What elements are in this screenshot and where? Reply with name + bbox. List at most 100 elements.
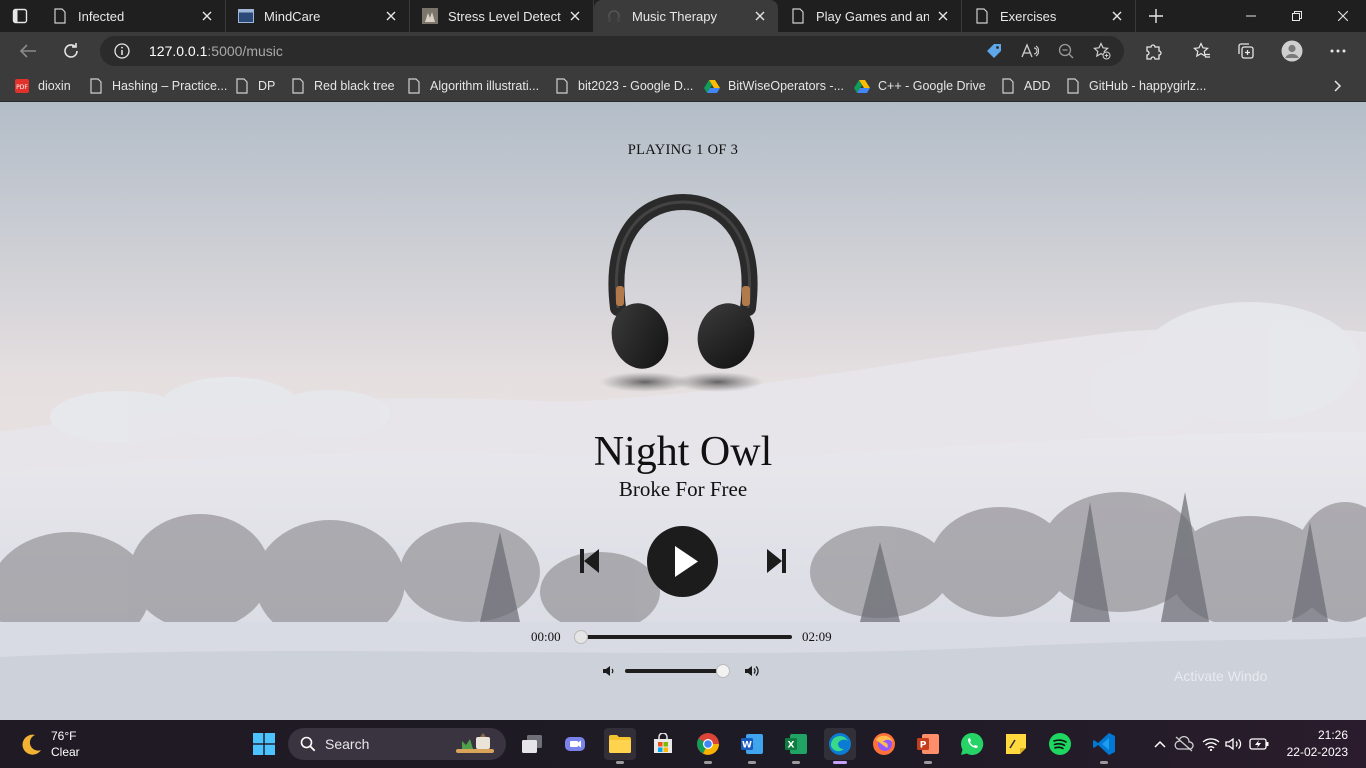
favorites-button[interactable] <box>1186 35 1218 67</box>
new-tab-button[interactable] <box>1136 0 1176 32</box>
running-indicator <box>792 761 800 764</box>
extensions-button[interactable] <box>1137 35 1169 67</box>
settings-more-button[interactable] <box>1322 35 1354 67</box>
plus-icon <box>1149 9 1163 23</box>
microsoft-store-button[interactable] <box>647 728 679 760</box>
firefox-button[interactable] <box>868 728 900 760</box>
show-hidden-icons-button[interactable] <box>1150 734 1170 754</box>
excel-button[interactable]: X <box>780 728 812 764</box>
photo-icon <box>422 8 438 24</box>
edge-button[interactable] <box>824 728 856 764</box>
favorites-bar: PDF dioxin Hashing – Practice... DP Red b… <box>0 70 1366 102</box>
edge-icon <box>829 733 851 755</box>
onedrive-tray-button[interactable] <box>1174 734 1194 754</box>
page-icon <box>974 8 990 24</box>
search-highlight-icon <box>456 733 494 753</box>
favorites-overflow-button[interactable] <box>1334 70 1350 102</box>
running-indicator <box>704 761 712 764</box>
tab-mindcare[interactable]: MindCare <box>226 0 410 32</box>
favorite-item[interactable]: C++ - Google Drive <box>854 70 986 102</box>
clock-time[interactable]: 21:26 <box>1300 728 1362 742</box>
url-host: 127.0.0.1 <box>149 43 208 59</box>
whatsapp-button[interactable] <box>956 728 988 760</box>
zoom-out-icon[interactable] <box>1056 41 1076 61</box>
favorite-item[interactable]: PDF dioxin <box>14 70 71 102</box>
favorite-label: ADD <box>1024 79 1051 93</box>
weather-condition[interactable]: Clear <box>51 745 80 759</box>
favorite-label: bit2023 - Google D... <box>578 79 694 93</box>
page-icon <box>234 78 250 94</box>
tab-music-therapy[interactable]: Music Therapy <box>594 0 778 32</box>
page-icon <box>1000 78 1016 94</box>
taskbar-search[interactable]: Search <box>288 728 506 760</box>
powerpoint-button[interactable]: P <box>912 728 944 764</box>
sticky-notes-button[interactable] <box>1000 728 1032 760</box>
close-icon[interactable] <box>935 8 951 24</box>
running-indicator <box>748 761 756 764</box>
favorite-item[interactable]: ADD <box>1000 70 1050 102</box>
seek-slider[interactable] <box>574 630 792 644</box>
volume-slider[interactable] <box>625 664 730 678</box>
coupon-tag-icon[interactable] <box>984 41 1004 61</box>
task-view-button[interactable] <box>516 728 548 760</box>
file-explorer-button[interactable] <box>604 728 636 764</box>
svg-text:X: X <box>788 741 795 751</box>
favorite-item[interactable]: DP <box>234 70 275 102</box>
favorite-label: Algorithm illustrati... <box>430 79 540 93</box>
spotify-button[interactable] <box>1044 728 1076 760</box>
start-button[interactable] <box>248 728 280 760</box>
battery-tray-button[interactable] <box>1249 734 1269 754</box>
moon-weather-icon[interactable] <box>18 732 44 758</box>
collections-button[interactable] <box>1230 35 1262 67</box>
profile-button[interactable] <box>1276 35 1308 67</box>
favorite-item[interactable]: BitWiseOperators -... <box>704 70 844 102</box>
restore-button[interactable] <box>1274 0 1320 32</box>
read-aloud-icon[interactable] <box>1020 41 1040 61</box>
url-text[interactable]: 127.0.0.1:5000/music <box>149 43 283 59</box>
volume-slider-thumb[interactable] <box>715 664 730 678</box>
play-button[interactable] <box>647 526 718 597</box>
vscode-button[interactable] <box>1088 728 1120 764</box>
info-icon[interactable] <box>114 43 130 59</box>
favorite-item[interactable]: bit2023 - Google D... <box>554 70 693 102</box>
volume-up-icon[interactable] <box>744 664 760 678</box>
svg-text:P: P <box>920 741 927 751</box>
address-bar[interactable]: 127.0.0.1:5000/music <box>100 36 1124 66</box>
skip-previous-icon <box>580 549 599 573</box>
clock-date[interactable]: 22-02-2023 <box>1280 745 1362 759</box>
close-icon[interactable] <box>567 8 583 24</box>
volume-tray-button[interactable] <box>1224 734 1244 754</box>
next-track-button[interactable] <box>764 547 788 575</box>
close-icon[interactable] <box>1109 8 1125 24</box>
favorite-item[interactable]: Red black tree <box>290 70 395 102</box>
favorites-star-icon <box>1193 42 1210 58</box>
favorite-item[interactable]: GitHub - happygirlz... <box>1065 70 1206 102</box>
speaker-icon <box>1225 737 1242 751</box>
minimize-button[interactable] <box>1228 0 1274 32</box>
add-favorite-icon[interactable] <box>1092 41 1112 61</box>
cloud-offline-icon <box>1174 736 1194 752</box>
close-icon[interactable] <box>752 8 768 24</box>
tab-title: Infected <box>78 8 125 24</box>
seek-slider-thumb[interactable] <box>574 630 588 644</box>
tab-stress-level-detection[interactable]: Stress Level Detection <box>410 0 594 32</box>
favorite-item[interactable]: Algorithm illustrati... <box>406 70 539 102</box>
network-tray-button[interactable] <box>1201 734 1221 754</box>
tab-play-games[interactable]: Play Games and answe <box>778 0 962 32</box>
weather-temperature[interactable]: 76°F <box>51 729 76 743</box>
previous-track-button[interactable] <box>578 547 602 575</box>
svg-text:PDF: PDF <box>16 84 28 91</box>
close-icon[interactable] <box>383 8 399 24</box>
tab-infected[interactable]: Infected <box>40 0 226 32</box>
close-window-button[interactable] <box>1320 0 1366 32</box>
chrome-button[interactable] <box>692 728 724 764</box>
close-icon[interactable] <box>199 8 215 24</box>
refresh-button[interactable] <box>55 35 87 67</box>
tab-exercises[interactable]: Exercises <box>962 0 1136 32</box>
tab-actions-button[interactable] <box>0 0 40 32</box>
volume-down-icon[interactable] <box>602 664 618 678</box>
teams-chat-button[interactable] <box>559 728 591 760</box>
word-button[interactable]: W <box>736 728 768 764</box>
favorite-item[interactable]: Hashing – Practice... <box>88 70 227 102</box>
back-button[interactable] <box>12 35 44 67</box>
